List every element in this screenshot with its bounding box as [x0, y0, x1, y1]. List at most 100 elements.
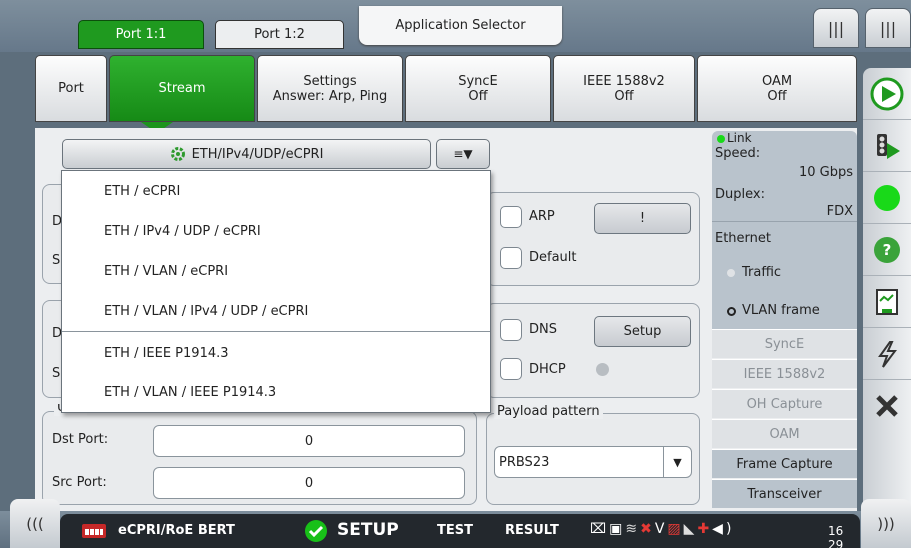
list-menu-icon: ≡▼	[453, 147, 473, 161]
tab-sublabel: Off	[767, 88, 787, 104]
lightning-icon	[878, 340, 897, 368]
setup-mode[interactable]: SETUP	[337, 520, 399, 540]
traffic-led	[727, 269, 735, 277]
dropdown-divider	[62, 331, 490, 332]
dropdown-option[interactable]: ETH / VLAN / IEEE P1914.3	[62, 372, 490, 412]
link-label: Link	[727, 131, 752, 145]
dhcp-status-led	[596, 363, 609, 376]
mac-src-label-fragment: S	[52, 253, 61, 268]
status-bar: eCPRI/RoE BERT SETUP TEST RESULT ⌧▣≋✖V▨◣…	[60, 514, 860, 548]
dns-checkbox[interactable]	[500, 319, 522, 341]
protocol-stack-dropdown[interactable]: ETH/IPv4/UDP/eCPRI	[62, 139, 431, 169]
protocol-selected: ETH/IPv4/UDP/eCPRI	[191, 146, 324, 162]
frame-capture-status[interactable]: Frame Capture	[712, 449, 857, 478]
report-button[interactable]	[863, 276, 911, 328]
vlan-frame-label: VLAN frame	[742, 303, 820, 318]
check-icon	[305, 520, 327, 542]
close-icon	[876, 395, 898, 417]
tab-stream[interactable]: Stream	[109, 55, 255, 122]
play-icon	[870, 77, 904, 110]
report-icon	[876, 288, 898, 315]
application-selector-button[interactable]: Application Selector	[359, 6, 562, 45]
result-mode[interactable]: RESULT	[505, 523, 559, 538]
clock: 16 29	[828, 524, 844, 548]
menu-icon: |||	[879, 18, 897, 38]
tab-label: Port	[58, 81, 84, 96]
error-inject-button[interactable]	[863, 328, 911, 380]
oam-status[interactable]: OAM	[712, 419, 857, 448]
wifi-icon: ≋	[625, 521, 641, 537]
chevron-down-icon: ▼	[663, 447, 691, 477]
src-port-input[interactable]: 0	[153, 467, 465, 499]
transceiver-status[interactable]: Transceiver	[712, 479, 857, 508]
network-error-icon: ▨	[667, 521, 684, 537]
tab-label: SyncE	[458, 73, 498, 89]
ieee-1588v2-status[interactable]: IEEE 1588v2	[712, 359, 857, 388]
test-mode[interactable]: TEST	[437, 523, 473, 538]
speaker-icon: ◀)	[712, 521, 735, 537]
src-port-label: Src Port:	[52, 475, 107, 490]
dropdown-option[interactable]: ETH / VLAN / eCPRI	[62, 251, 490, 291]
menu-button-right[interactable]: |||	[865, 8, 911, 48]
svg-text:?: ?	[883, 241, 892, 259]
right-toolbar: ?	[863, 68, 911, 518]
divider	[712, 221, 857, 222]
protocol-dropdown-list: ETH / eCPRI ETH / IPv4 / UDP / eCPRI ETH…	[61, 170, 491, 413]
default-checkbox[interactable]	[500, 247, 522, 269]
green-led-icon	[874, 184, 900, 211]
duplex-value: FDX	[826, 204, 853, 219]
payload-value: PRBS23	[499, 454, 550, 470]
dropdown-option[interactable]: ETH / IPv4 / UDP / eCPRI	[62, 211, 490, 251]
tab-label: Settings	[303, 73, 357, 89]
dropdown-option[interactable]: ETH / IEEE P1914.3	[62, 333, 490, 373]
link-led	[717, 135, 725, 143]
oh-capture-status[interactable]: OH Capture	[712, 389, 857, 418]
dhcp-label: DHCP	[529, 362, 566, 377]
led-button[interactable]	[863, 172, 911, 224]
traffic-label: Traffic	[742, 265, 782, 280]
speed-label: Speed:	[715, 146, 761, 161]
tab-sublabel: Answer: Arp, Ping	[272, 88, 388, 104]
traffic-light-icon	[877, 133, 900, 159]
arp-checkbox[interactable]	[500, 206, 522, 228]
signal-icon: ◣	[683, 521, 698, 537]
dropdown-option[interactable]: ETH / VLAN / IPv4 / UDP / eCPRI	[62, 291, 490, 331]
tab-label: Stream	[158, 81, 206, 96]
close-button[interactable]	[863, 380, 911, 432]
tab-port-1-1[interactable]: Port 1:1	[78, 20, 204, 49]
ip-src-label-fragment: S	[52, 366, 61, 381]
tab-sublabel: Off	[614, 88, 634, 104]
scroll-right-button[interactable]: )))	[861, 499, 911, 548]
setup-button[interactable]: Setup	[594, 316, 691, 347]
arp-button[interactable]: !	[594, 203, 691, 234]
help-button[interactable]: ?	[863, 224, 911, 276]
default-label: Default	[529, 250, 577, 265]
tab-synce[interactable]: SyncE Off	[405, 55, 551, 122]
tab-port[interactable]: Port	[35, 55, 107, 122]
tab-label: OAM	[761, 73, 793, 89]
help-icon: ?	[874, 236, 900, 263]
tab-port-1-2[interactable]: Port 1:2	[215, 20, 344, 49]
menu-button-left[interactable]: |||	[813, 8, 859, 48]
traffic-button[interactable]	[863, 120, 911, 172]
list-menu-button[interactable]: ≡▼	[436, 139, 490, 169]
tab-settings[interactable]: Settings Answer: Arp, Ping	[257, 55, 403, 122]
duplex-label: Duplex:	[715, 187, 765, 202]
status-panel: Link Speed: 10 Gbps Duplex: FDX Ethernet…	[712, 131, 857, 509]
tab-oam[interactable]: OAM Off	[697, 55, 857, 122]
tab-ieee-1588v2[interactable]: IEEE 1588v2 Off	[553, 55, 695, 122]
speed-value: 10 Gbps	[798, 165, 853, 180]
payload-select[interactable]: PRBS23 ▼	[494, 446, 692, 478]
system-tray-icons: ⌧▣≋✖V▨◣✚◀)	[590, 521, 734, 537]
setup-tab-row: Port Stream Settings Answer: Arp, Ping Sy…	[35, 55, 857, 127]
synce-status[interactable]: SyncE	[712, 329, 857, 358]
ethernet-label: Ethernet	[715, 231, 771, 246]
dropdown-option[interactable]: ETH / eCPRI	[62, 171, 490, 211]
scroll-left-button[interactable]: (((	[10, 499, 60, 548]
payload-legend: Payload pattern	[494, 404, 603, 419]
dhcp-checkbox[interactable]	[500, 358, 522, 380]
dst-port-label: Dst Port:	[52, 432, 109, 447]
start-button[interactable]	[863, 68, 911, 120]
tab-sublabel: Off	[468, 88, 488, 104]
dst-port-input[interactable]: 0	[153, 425, 465, 457]
